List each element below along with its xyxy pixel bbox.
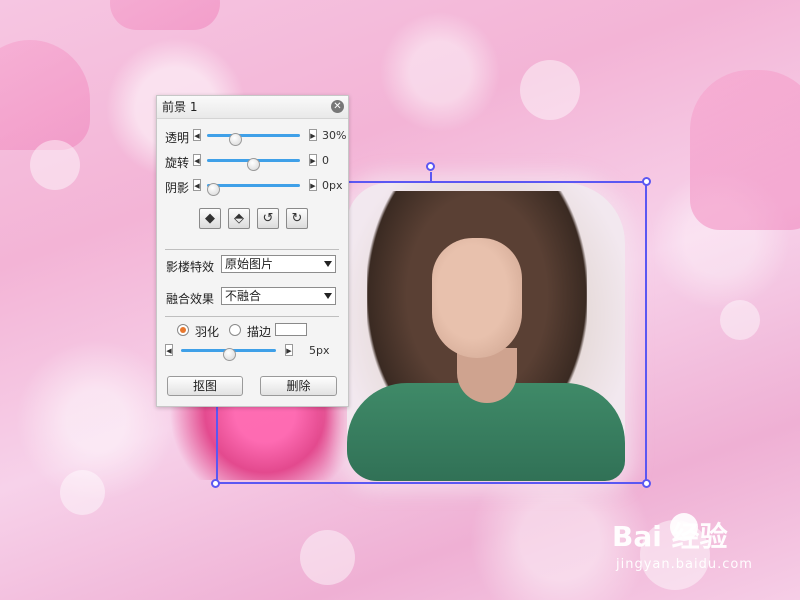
transform-toolbar: ◆ ⬘ ↺ ↻ [199,208,311,230]
resize-handle-bottom-right[interactable] [642,479,651,488]
rotate-right-icon[interactable]: ↻ [286,208,308,229]
slider-thumb[interactable] [229,133,242,146]
slider-track[interactable] [207,158,300,171]
feather-label: 羽化 [195,325,220,339]
slider-label: 阴影 [165,181,190,195]
heart-decoration [0,40,90,150]
heart-decoration [110,0,220,30]
rotate-left-icon[interactable]: ↺ [257,208,279,229]
paw-icon [670,513,698,541]
decrease-arrow-icon[interactable]: ◀ [193,154,201,166]
decrease-arrow-icon[interactable]: ◀ [165,344,173,356]
bokeh [30,140,80,190]
chevron-down-icon [324,293,332,299]
rotate-handle-stem [430,172,432,182]
increase-arrow-icon[interactable]: ▶ [309,154,317,166]
divider [165,249,339,250]
slider-value: 30% [322,129,347,142]
effect-label: 影楼特效 [166,260,215,274]
feather-radio[interactable] [177,324,189,336]
decrease-arrow-icon[interactable]: ◀ [193,179,201,191]
slider-thumb[interactable] [207,183,220,196]
slider-thumb[interactable] [223,348,236,361]
bokeh [720,300,760,340]
slider-track[interactable] [207,183,300,196]
slider-value: 0px [322,179,343,192]
baidu-jingyan-watermark: Bai 经验 jingyan.baidu.com [612,513,753,572]
slider-label: 透明 [165,131,190,145]
increase-arrow-icon[interactable]: ▶ [285,344,293,356]
flip-vertical-icon[interactable]: ⬘ [228,208,250,229]
watermark-url: jingyan.baidu.com [616,557,753,572]
flip-horizontal-icon[interactable]: ◆ [199,208,221,229]
bokeh [60,470,105,515]
stroke-label: 描边 [247,325,272,339]
slider-shadow: 阴影 ◀ ▶ 0px [165,179,347,196]
rotate-handle[interactable] [426,162,435,171]
decrease-arrow-icon[interactable]: ◀ [193,129,201,141]
resize-handle-bottom-left[interactable] [211,479,220,488]
blend-label: 融合效果 [166,292,215,306]
foreground-panel: 前景 1 ✕ 透明 ◀ ▶ 30% 旋转 ◀ ▶ 0 阴影 ◀ ▶ 0px ◆ … [156,95,349,407]
bokeh [520,60,580,120]
slider-opacity: 透明 ◀ ▶ 30% [165,129,347,146]
effect-select[interactable]: 原始图片 [221,255,336,273]
increase-arrow-icon[interactable]: ▶ [309,129,317,141]
slider-thumb[interactable] [247,158,260,171]
slider-value: 5px [309,344,330,357]
slider-feather: ◀ ▶ 5px [165,344,347,361]
effect-value: 原始图片 [225,257,274,271]
chevron-down-icon [324,261,332,267]
slider-track[interactable] [181,348,276,361]
slider-track[interactable] [207,133,300,146]
panel-header: 前景 1 ✕ [157,96,348,119]
divider [165,316,339,317]
blend-value: 不融合 [225,289,262,303]
cutout-button[interactable]: 抠图 [167,376,243,396]
panel-title: 前景 1 [162,100,198,114]
slider-label: 旋转 [165,156,190,170]
bokeh [300,530,355,585]
close-icon[interactable]: ✕ [331,100,344,113]
increase-arrow-icon[interactable]: ▶ [309,179,317,191]
heart-decoration [690,70,800,230]
delete-button[interactable]: 删除 [260,376,337,396]
slider-rotate: 旋转 ◀ ▶ 0 [165,154,347,171]
blend-select[interactable]: 不融合 [221,287,336,305]
stroke-radio[interactable] [229,324,241,336]
slider-value: 0 [322,154,329,167]
resize-handle-top-right[interactable] [642,177,651,186]
stroke-color-swatch[interactable] [275,323,307,336]
